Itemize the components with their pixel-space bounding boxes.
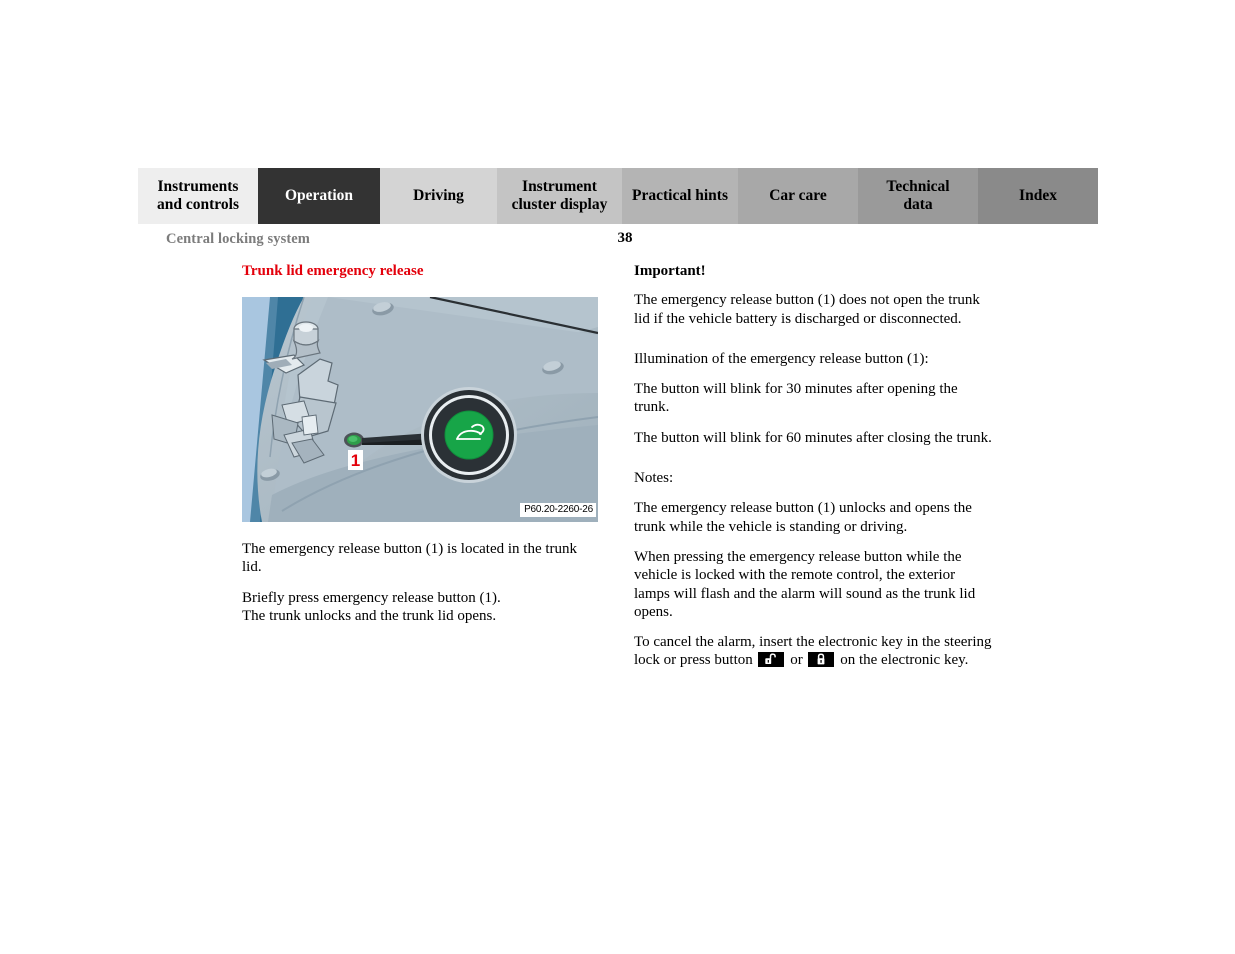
notes-item-alarm: When pressing the emergency release butt… [634, 548, 976, 620]
tab-label-line: Instrument [522, 178, 597, 196]
tab-label-line: Operation [284, 187, 354, 205]
cancel-alarm-between: or [786, 652, 807, 669]
emergency-release-button-magnified [421, 387, 517, 483]
tab-operation[interactable]: Operation [258, 168, 380, 224]
tab-label-line: Practical hints [632, 187, 728, 205]
rubber-stop [291, 321, 321, 360]
manual-page: Instruments and controls Operation Drivi… [0, 0, 1235, 954]
illumination-heading: Illumination of the emergency release bu… [634, 350, 929, 367]
left-column-text: The emergency release button (1) is loca… [242, 540, 598, 625]
illumination-item-close: The button will blink for 60 minutes aft… [634, 429, 992, 446]
notes-heading: Notes: [634, 470, 674, 487]
chapter-tab-bar: Instruments and controls Operation Drivi… [138, 168, 1098, 224]
tab-driving[interactable]: Driving [380, 168, 497, 224]
paragraph-button-location: The emergency release button (1) is loca… [242, 541, 578, 576]
cancel-alarm-part2: on the electronic key. [836, 652, 969, 669]
emergency-release-button-inset [344, 432, 364, 448]
tab-label-line: Technical [886, 178, 950, 196]
paragraph-trunk-unlocks: The trunk unlocks and the trunk lid open… [242, 607, 497, 624]
padlock-open-icon [758, 652, 785, 668]
tab-car-care[interactable]: Car care [738, 168, 858, 224]
trunk-lid-illustration-svg: 1 [242, 297, 598, 522]
left-column: Trunk lid emergency release 1 P60.20-226… [242, 262, 598, 637]
tab-label-line: Driving [413, 187, 464, 205]
trunk-lid-illustration: 1 P60.20-2260-26 [242, 297, 598, 522]
notes-item-unlock-open: The emergency release button (1) unlocks… [634, 500, 972, 535]
cancel-alarm-text: To cancel the alarm, insert the electron… [634, 633, 994, 670]
tab-instrument-cluster-display[interactable]: Instrument cluster display [497, 168, 622, 224]
important-heading: Important! [634, 263, 706, 279]
figure-code: P60.20-2260-26 [520, 502, 596, 517]
tab-label-line: Index [1019, 187, 1057, 205]
page-number: 38 [617, 230, 633, 246]
right-column: Important! The emergency release button … [634, 262, 994, 682]
tab-instruments-and-controls[interactable]: Instruments and controls [138, 168, 258, 224]
tab-label-line: cluster display [511, 196, 608, 213]
important-text: The emergency release button (1) does no… [634, 292, 980, 327]
tab-technical-data[interactable]: Technical data [858, 168, 978, 224]
padlock-closed-icon [808, 652, 835, 668]
page-title: Trunk lid emergency release [242, 263, 424, 279]
tab-label-line: and controls [157, 196, 239, 213]
tab-label-line: data [903, 196, 933, 213]
svg-text:1: 1 [351, 451, 360, 470]
tab-label-line: Instruments [157, 178, 239, 196]
running-header-title: Central locking system [166, 231, 310, 247]
tab-index[interactable]: Index [978, 168, 1098, 224]
tab-label-line: Car care [769, 187, 827, 205]
callout-1: 1 [348, 450, 363, 470]
tab-practical-hints[interactable]: Practical hints [622, 168, 738, 224]
illumination-item-open: The button will blink for 30 minutes aft… [634, 381, 958, 416]
paragraph-press-button: Briefly press emergency release button (… [242, 589, 501, 606]
